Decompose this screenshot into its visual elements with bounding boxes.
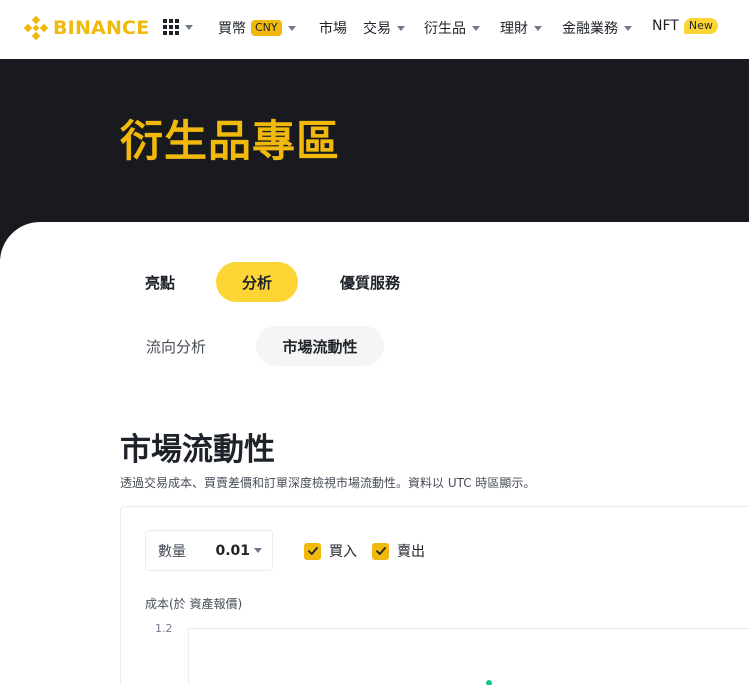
checkbox-checked-icon (372, 542, 389, 560)
subtab-flow-analysis[interactable]: 流向分析 (128, 326, 224, 366)
tab-premium-services[interactable]: 優質服務 (320, 262, 420, 302)
sell-label: 賣出 (397, 544, 425, 560)
apps-menu-button[interactable] (163, 19, 193, 35)
chevron-down-icon (472, 25, 480, 31)
nav-item-derivatives[interactable]: 衍生品 (424, 18, 480, 38)
chart-axis-line (188, 628, 189, 685)
nav-item-label: 買幣 (218, 21, 246, 37)
top-nav: BINANCE 買幣 CNY 市場 交易 衍生品 理財 金融業務 NFT New (0, 0, 749, 59)
sell-checkbox[interactable]: 賣出 (372, 541, 425, 561)
currency-badge: CNY (251, 20, 282, 36)
nav-item-label: 衍生品 (424, 21, 466, 37)
chevron-down-icon (624, 25, 632, 31)
nav-item-label: 交易 (363, 21, 391, 37)
chart-gridline (188, 628, 749, 629)
quantity-select[interactable]: 數量 0.01 (145, 530, 273, 571)
tab-label: 分析 (241, 273, 272, 292)
binance-logo-icon (24, 16, 48, 40)
binance-logo[interactable]: BINANCE (24, 16, 149, 40)
nav-item-label: 金融業務 (562, 21, 618, 37)
tab-label: 亮點 (144, 273, 175, 292)
nav-item-buy-crypto[interactable]: 買幣 CNY (218, 18, 296, 38)
section-description: 透過交易成本、買賣差價和訂單深度檢視市場流動性。資料以 UTC 時區顯示。 (120, 476, 536, 490)
nav-item-label: 理財 (500, 21, 528, 37)
subtab-label: 流向分析 (145, 337, 206, 356)
tab-label: 優質服務 (339, 273, 400, 292)
page-title: 衍生品專區 (120, 117, 340, 167)
quantity-label: 數量 (158, 543, 186, 560)
checkbox-checked-icon (304, 542, 321, 560)
nav-item-trade[interactable]: 交易 (363, 18, 405, 38)
chevron-down-icon (397, 25, 405, 31)
chevron-down-icon (534, 25, 542, 31)
chevron-down-icon (254, 548, 262, 553)
brand-name: BINANCE (53, 17, 150, 39)
nav-item-earn[interactable]: 理財 (500, 18, 542, 38)
buy-label: 買入 (329, 544, 357, 560)
subtab-label: 市場流動性 (282, 337, 358, 356)
nav-item-finance[interactable]: 金融業務 (562, 18, 632, 38)
new-badge: New (683, 18, 718, 34)
nav-item-label: NFT (652, 18, 679, 34)
buy-checkbox[interactable]: 買入 (304, 541, 357, 561)
y-tick-label: 1.2 (155, 622, 173, 635)
nav-item-label: 市場 (319, 21, 347, 37)
nav-item-markets[interactable]: 市場 (319, 18, 347, 38)
grid-icon (163, 19, 179, 35)
quantity-value: 0.01 (215, 542, 250, 559)
chart-data-point (486, 680, 492, 685)
chevron-down-icon (185, 24, 193, 30)
nav-item-nft[interactable]: NFT New (652, 18, 718, 34)
section-title: 市場流動性 (120, 432, 275, 468)
y-axis-title: 成本(於 資產報價) (145, 597, 243, 611)
chevron-down-icon (287, 25, 296, 31)
tab-analysis[interactable]: 分析 (216, 262, 298, 302)
subtab-market-liquidity[interactable]: 市場流動性 (256, 326, 384, 366)
tab-highlights[interactable]: 亮點 (128, 262, 192, 302)
